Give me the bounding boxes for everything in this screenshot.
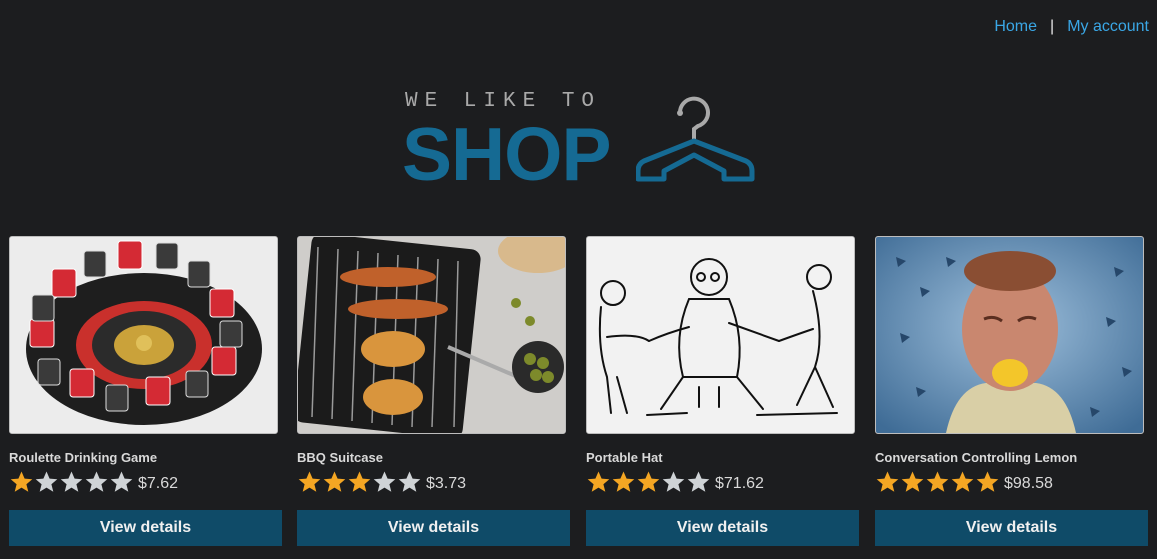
view-details-button[interactable]: View details [9,510,282,546]
star-icon [975,470,1000,492]
product-rating: $7.62 [9,468,282,494]
view-details-button[interactable]: View details [586,510,859,546]
star-icon [347,470,372,492]
star-icon [661,470,686,492]
product-card: Portable Hat $71.62 View details [586,236,859,546]
product-name[interactable]: Portable Hat [586,450,859,466]
star-icon [686,470,711,492]
product-image[interactable] [875,236,1144,434]
product-price: $98.58 [1004,474,1053,492]
product-image[interactable] [297,236,566,434]
star-icon [59,470,84,492]
star-icon [397,470,422,492]
product-name[interactable]: Conversation Controlling Lemon [875,450,1148,466]
star-icon [372,470,397,492]
product-price: $71.62 [715,474,764,492]
top-nav: Home | My account [994,18,1149,36]
product-rating: $98.58 [875,468,1148,494]
my-account-link[interactable]: My account [1067,18,1149,36]
product-image[interactable] [586,236,855,434]
product-price: $7.62 [138,474,179,492]
product-rating: $3.73 [297,468,570,494]
product-card: BBQ Suitcase $3.73 View details [297,236,570,546]
product-name[interactable]: Roulette Drinking Game [9,450,282,466]
product-image[interactable] [9,236,278,434]
star-icon [84,470,109,492]
star-icon [9,470,34,492]
hanger-icon [636,96,755,182]
logo-tagline: WE LIKE TO [405,90,602,113]
view-details-button[interactable]: View details [875,510,1148,546]
logo-word: SHOP [402,112,612,196]
star-icon [109,470,134,492]
star-icon [34,470,59,492]
home-link[interactable]: Home [994,18,1037,36]
product-card: Roulette Drinking Game $7.62 View detail… [9,236,282,546]
product-card: Conversation Controlling Lemon $98.58 Vi… [875,236,1148,546]
star-icon [611,470,636,492]
star-icon [297,470,322,492]
nav-separator: | [1050,18,1055,35]
product-name[interactable]: BBQ Suitcase [297,450,570,466]
product-rating: $71.62 [586,468,859,494]
star-icon [875,470,900,492]
star-icon [636,470,661,492]
star-icon [900,470,925,492]
product-price: $3.73 [426,474,467,492]
star-icon [586,470,611,492]
site-logo[interactable]: WE LIKE TO SHOP [402,88,756,196]
star-icon [925,470,950,492]
view-details-button[interactable]: View details [297,510,570,546]
star-icon [950,470,975,492]
star-icon [322,470,347,492]
